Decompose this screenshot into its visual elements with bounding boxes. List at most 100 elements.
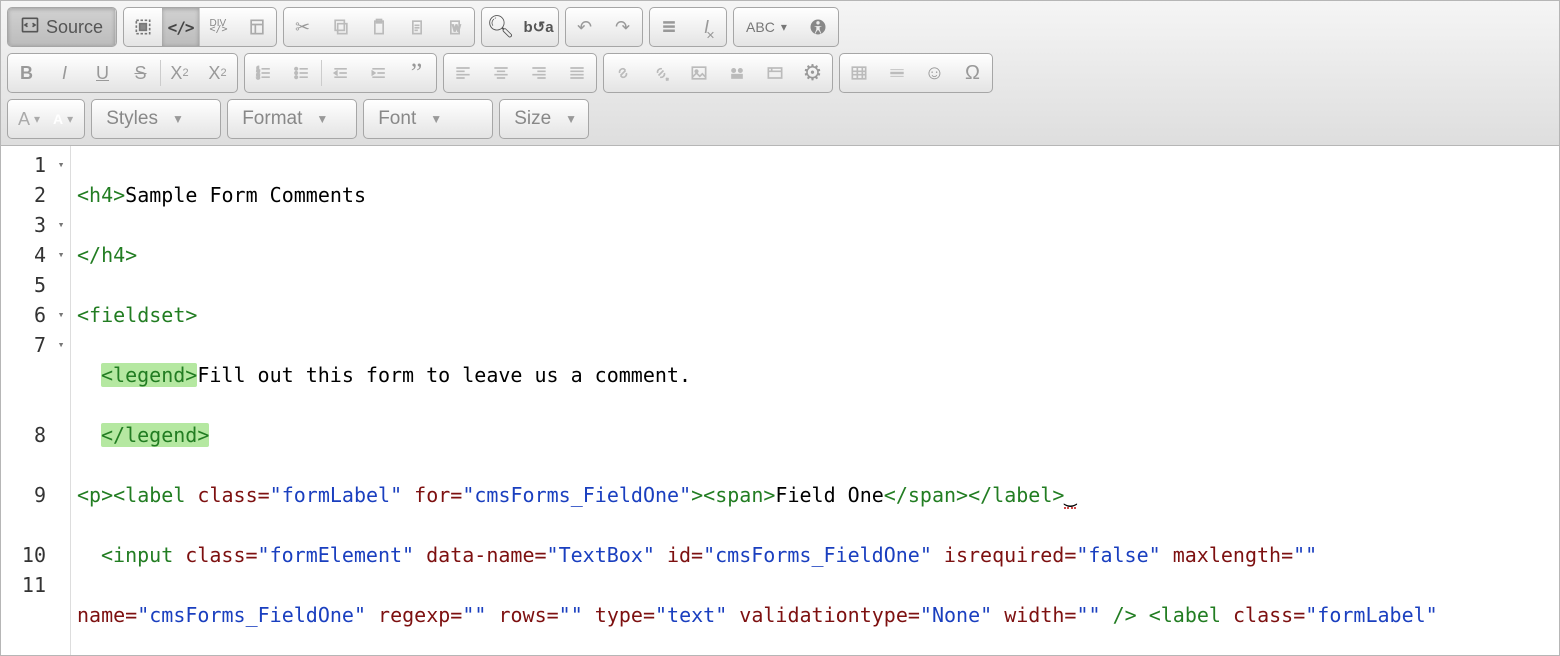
paste-button[interactable] xyxy=(360,8,398,46)
font-label: Font xyxy=(378,108,416,130)
group-color: A▾ A▾ xyxy=(7,99,85,139)
bg-color-button[interactable]: A▾ xyxy=(47,100,80,138)
caret-icon: ▼ xyxy=(172,112,184,126)
cut-button[interactable]: ✂ xyxy=(284,8,322,46)
code-content[interactable]: <h4>Sample Form Comments </h4> <fieldset… xyxy=(71,146,1559,655)
group-find: 🔍︎ b↺a xyxy=(481,7,559,47)
replace-button[interactable]: b↺a xyxy=(520,8,558,46)
source-icon xyxy=(20,15,40,40)
accessibility-button[interactable] xyxy=(800,8,838,46)
gutter-line xyxy=(1,390,70,420)
strike-button[interactable]: S xyxy=(122,54,160,92)
toolbar-row-3: A▾ A▾ Styles ▼ Format ▼ Font▼ Size ▼ xyxy=(7,99,1553,139)
toolbar-row-1: Source </> DIV</> ✂ W 🔍︎ b↺a xyxy=(7,7,1553,47)
group-insert: ☺ Ω xyxy=(839,53,993,93)
format-label: Format xyxy=(242,108,302,130)
table-button[interactable] xyxy=(840,54,878,92)
group-spell: ABC▾ xyxy=(733,7,839,47)
numbered-list-button[interactable]: 123 xyxy=(245,54,283,92)
gutter-line: 6▾ xyxy=(1,300,70,330)
copy-button[interactable] xyxy=(322,8,360,46)
paste-word-button[interactable]: W xyxy=(436,8,474,46)
text-color-button[interactable]: A▾ xyxy=(12,100,47,138)
group-clipboard: ✂ W xyxy=(283,7,475,47)
bold-button[interactable]: B xyxy=(8,54,46,92)
align-right-button[interactable] xyxy=(520,54,558,92)
bullet-list-button[interactable] xyxy=(283,54,321,92)
gutter-line xyxy=(1,450,70,480)
underline-button[interactable]: U xyxy=(84,54,122,92)
div-button[interactable]: DIV</> xyxy=(200,8,238,46)
bg-color-icon: A xyxy=(53,111,63,127)
subscript-button[interactable]: X2 xyxy=(161,54,199,92)
undo-button[interactable]: ↶ xyxy=(566,8,604,46)
gutter-line: 7▾ xyxy=(1,330,70,360)
unlink-button[interactable] xyxy=(642,54,680,92)
video-button[interactable] xyxy=(718,54,756,92)
templates-button[interactable] xyxy=(238,8,276,46)
svg-text:W: W xyxy=(452,23,460,33)
select-all-button[interactable] xyxy=(124,8,162,46)
paste-text-button[interactable] xyxy=(398,8,436,46)
hr-button[interactable] xyxy=(878,54,916,92)
toolbar: Source </> DIV</> ✂ W 🔍︎ b↺a xyxy=(1,1,1559,146)
image-button[interactable] xyxy=(680,54,718,92)
toolbar-row-2: B I U S X2 X2 123 ” xyxy=(7,53,1553,93)
caret-icon: ▼ xyxy=(316,112,328,126)
indent-button[interactable] xyxy=(360,54,398,92)
align-center-button[interactable] xyxy=(482,54,520,92)
gutter-line: 3▾ xyxy=(1,210,70,240)
specialchar-button[interactable]: Ω xyxy=(954,54,992,92)
gutter-line: 11 xyxy=(1,570,70,600)
gutter-line: 9 xyxy=(1,480,70,510)
link-button[interactable] xyxy=(604,54,642,92)
smiley-button[interactable]: ☺ xyxy=(916,54,954,92)
outdent-button[interactable] xyxy=(322,54,360,92)
group-links: ⚙ xyxy=(603,53,833,93)
format-combo[interactable]: Format ▼ xyxy=(227,99,357,139)
codesnippet-button[interactable]: </> xyxy=(162,8,200,46)
source-button[interactable]: Source xyxy=(8,8,116,46)
ckeditor-window: Source </> DIV</> ✂ W 🔍︎ b↺a xyxy=(0,0,1560,656)
superscript-button[interactable]: X2 xyxy=(199,54,237,92)
removeformat-button[interactable]: I✕ xyxy=(688,8,726,46)
code-line: <p><label class="formLabel" for="cmsForm… xyxy=(77,480,1553,510)
font-combo[interactable]: Font▼ xyxy=(363,99,493,139)
italic-button[interactable]: I xyxy=(46,54,84,92)
gutter-line: 5 xyxy=(1,270,70,300)
code-line: name="cmsForms_FieldOne" regexp="" rows=… xyxy=(77,600,1553,630)
caret-icon: ▼ xyxy=(565,112,577,126)
group-list: 123 ” xyxy=(244,53,437,93)
line-gutter: 1▾23▾4▾56▾7▾891011 xyxy=(1,146,71,655)
embed-button[interactable] xyxy=(756,54,794,92)
text-color-icon: A xyxy=(18,109,30,130)
size-label: Size xyxy=(514,108,551,130)
source-editor[interactable]: 1▾23▾4▾56▾7▾891011 <h4>Sample Form Comme… xyxy=(1,146,1559,655)
styles-combo[interactable]: Styles ▼ xyxy=(91,99,221,139)
spellcheck-button[interactable]: ABC▾ xyxy=(734,8,800,46)
gutter-line: 4▾ xyxy=(1,240,70,270)
source-label: Source xyxy=(46,17,103,38)
styles-label: Styles xyxy=(106,108,158,130)
settings-button[interactable]: ⚙ xyxy=(794,54,832,92)
gutter-line: 10 xyxy=(1,540,70,570)
redo-button[interactable]: ↷ xyxy=(604,8,642,46)
align-justify-button[interactable] xyxy=(558,54,596,92)
code-line: <legend>Fill out this form to leave us a… xyxy=(77,360,1553,390)
code-line: <input class="formElement" data-name="Te… xyxy=(77,540,1553,570)
align-left-button[interactable] xyxy=(444,54,482,92)
group-align xyxy=(443,53,597,93)
group-source: Source xyxy=(7,7,117,47)
group-undo: ↶ ↷ xyxy=(565,7,643,47)
code-line: </h4> xyxy=(77,240,1553,270)
group-basicstyle: B I U S X2 X2 xyxy=(7,53,238,93)
selectall-button[interactable] xyxy=(650,8,688,46)
size-combo[interactable]: Size ▼ xyxy=(499,99,589,139)
gutter-line xyxy=(1,360,70,390)
code-line: <fieldset> xyxy=(77,300,1553,330)
svg-text:3: 3 xyxy=(256,75,259,81)
find-button[interactable]: 🔍︎ xyxy=(482,8,520,46)
blockquote-button[interactable]: ” xyxy=(398,54,436,92)
code-line: <h4>Sample Form Comments xyxy=(77,180,1553,210)
code-line: </legend> xyxy=(77,420,1553,450)
